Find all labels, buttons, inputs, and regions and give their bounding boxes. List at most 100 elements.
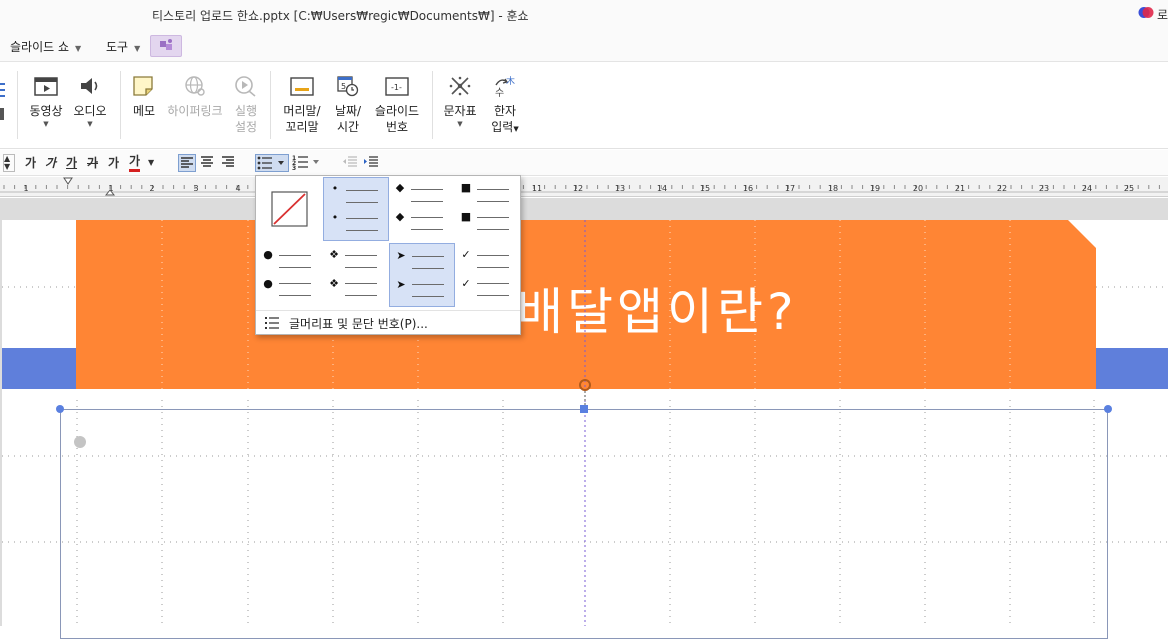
charmap-label: 문자표 (443, 104, 477, 118)
login-icon[interactable] (1138, 6, 1154, 19)
first-line-indent-marker (63, 177, 73, 185)
ruler-label: 23 (1039, 184, 1049, 193)
content-textbox[interactable] (60, 409, 1108, 639)
bullet-option-large-dot[interactable]: ● ● (257, 243, 323, 307)
bullet-list-button[interactable] (255, 154, 289, 172)
hyperlink-button[interactable]: 하이퍼링크 (165, 75, 225, 119)
run-label-2: 설정 (234, 120, 258, 134)
date-time-button[interactable]: 5 날짜/ 시간 (330, 75, 366, 135)
run-label-1: 실행 (234, 104, 258, 118)
strikethrough-button[interactable]: 가 (87, 154, 98, 172)
ruler-label: 25 (1124, 184, 1134, 193)
slide-canvas[interactable]: 배달앱이란? (2, 220, 1168, 639)
globe-link-icon (185, 76, 205, 96)
chevron-down-icon: ▼ (87, 120, 93, 128)
chevron-down-icon[interactable]: ▼ (148, 158, 154, 176)
align-center-button[interactable] (199, 154, 217, 172)
bullet-option-diamond[interactable]: ◆ ◆ (389, 177, 455, 241)
bullet-symbol: ❖ (329, 277, 339, 290)
bold-button[interactable]: 가 (25, 154, 36, 172)
ribbon: 동영상 ▼ 오디오 ▼ 메모 하이퍼링크 실행 설정 머리말/ 꼬리말 5 날짜… (0, 63, 1168, 149)
hanja-label-1: 한자 (493, 104, 517, 118)
align-right-button[interactable] (220, 154, 238, 172)
svg-text:-1-: -1- (391, 83, 402, 92)
shadow-button[interactable]: 가 (108, 154, 119, 172)
format-toolbar: ▲ ▼ 가 가 가 가 가 가 ▼ 1 2 3 (0, 150, 1168, 176)
numbered-list-button[interactable]: 1 2 3 (292, 154, 322, 172)
symbol-icon (449, 76, 471, 96)
hanja-button[interactable]: 木 수 한자 입력▼ (487, 75, 523, 137)
bullet-symbol: • (331, 182, 339, 195)
bullet-option-none[interactable] (257, 177, 323, 241)
bullet-symbol: ✓ (461, 277, 471, 290)
increase-indent-button[interactable] (363, 154, 379, 172)
spin-button[interactable]: ▲ ▼ (3, 154, 15, 172)
bullet-symbol: ■ (460, 181, 472, 194)
underline-button[interactable]: 가 (66, 154, 77, 172)
calendar-clock-icon: 5 (337, 76, 359, 97)
date-label-2: 시간 (336, 120, 360, 134)
slide-editing-area: 배달앱이란? (0, 198, 1168, 639)
audio-label: 오디오 (73, 104, 107, 118)
align-left-button[interactable] (178, 154, 196, 172)
header-label-1: 머리말/ (283, 104, 321, 118)
rotate-handle-icon[interactable] (576, 378, 594, 406)
audio-button[interactable]: 오디오 ▼ (70, 75, 110, 129)
align-center-icon (201, 156, 213, 167)
chevron-down-icon: ▼ (513, 125, 519, 133)
slide-number-button[interactable]: -1- 슬라이드 번호 (372, 75, 422, 135)
font-color-button[interactable]: 가 (129, 154, 141, 172)
slide-number-icon: -1- (385, 77, 409, 96)
hyperlink-label: 하이퍼링크 (167, 104, 223, 118)
bullet-symbol: ◆ (395, 181, 405, 194)
menu-tools[interactable]: 도구 ▼ (106, 38, 140, 55)
extension-button[interactable] (150, 35, 182, 57)
date-label-1: 날짜/ (334, 104, 362, 118)
ruler-label: 1 (23, 184, 28, 193)
bullet-option-arrow[interactable]: ➤ ➤ (389, 243, 455, 307)
chevron-down-icon: ▼ (75, 44, 82, 53)
ruler-label: 15 (700, 184, 710, 193)
bullet-list-icon (257, 156, 284, 170)
bullet-option-small-dot[interactable]: • • (323, 177, 389, 241)
ruler-label: 14 (657, 184, 667, 193)
ruler-label: 18 (828, 184, 838, 193)
indent-icon (364, 156, 378, 167)
bullets-numbering-dialog-item[interactable]: 글머리표 및 문단 번호(P)... (256, 310, 520, 334)
svg-text:木: 木 (506, 75, 515, 87)
memo-button[interactable]: 메모 (128, 75, 160, 119)
decrease-indent-button[interactable] (342, 154, 358, 172)
title-bar: 티스토리 업로드 한쇼.pptx [C:₩Users₩regic₩Documen… (0, 0, 1168, 30)
bullet-option-square[interactable]: ■ ■ (455, 177, 521, 241)
ruler-ticks: 1 1 2 3 4 11 12 13 14 15 16 17 18 19 20 21 22 23 24 25 (0, 177, 1168, 196)
bullet-option-four-diamond[interactable]: ❖ ❖ (323, 243, 389, 307)
run-settings-button[interactable]: 실행 설정 (230, 75, 262, 135)
speaker-icon (81, 78, 98, 94)
ruler-label: 11 (532, 184, 542, 193)
ruler-label: 20 (913, 184, 923, 193)
video-button[interactable]: 동영상 ▼ (26, 75, 66, 129)
puzzle-icon (160, 39, 172, 50)
ruler-label: 22 (997, 184, 1007, 193)
slideno-label-2: 번호 (385, 120, 409, 134)
resize-handle-top[interactable] (580, 405, 588, 413)
bullet-symbol: • (331, 211, 339, 224)
hanja-convert-icon: 木 수 (495, 75, 515, 97)
italic-button[interactable]: 가 (45, 154, 56, 172)
outdent-icon (343, 156, 357, 167)
login-button[interactable]: 로 (1157, 6, 1168, 23)
resize-handle-top-left[interactable] (56, 405, 64, 413)
chevron-down-icon: ▼ (134, 44, 141, 53)
header-footer-button[interactable]: 머리말/ 꼬리말 (280, 75, 324, 135)
bullets-numbering-label: 글머리표 및 문단 번호(P)... (289, 317, 428, 331)
menu-slideshow[interactable]: 슬라이드 쇼 ▼ (10, 38, 81, 55)
no-bullet-icon (271, 191, 308, 227)
bullet-option-checkmark[interactable]: ✓ ✓ (455, 243, 521, 307)
svg-text:수: 수 (495, 87, 504, 97)
resize-handle-top-right[interactable] (1104, 405, 1112, 413)
bullet-symbol: ◆ (395, 210, 405, 223)
horizontal-ruler[interactable]: 1 1 2 3 4 11 12 13 14 15 16 17 18 19 20 21 22 23 24 25 (0, 177, 1168, 197)
video-icon (34, 77, 58, 96)
memo-icon (133, 76, 153, 96)
charmap-button[interactable]: 문자표 ▼ (440, 75, 480, 129)
